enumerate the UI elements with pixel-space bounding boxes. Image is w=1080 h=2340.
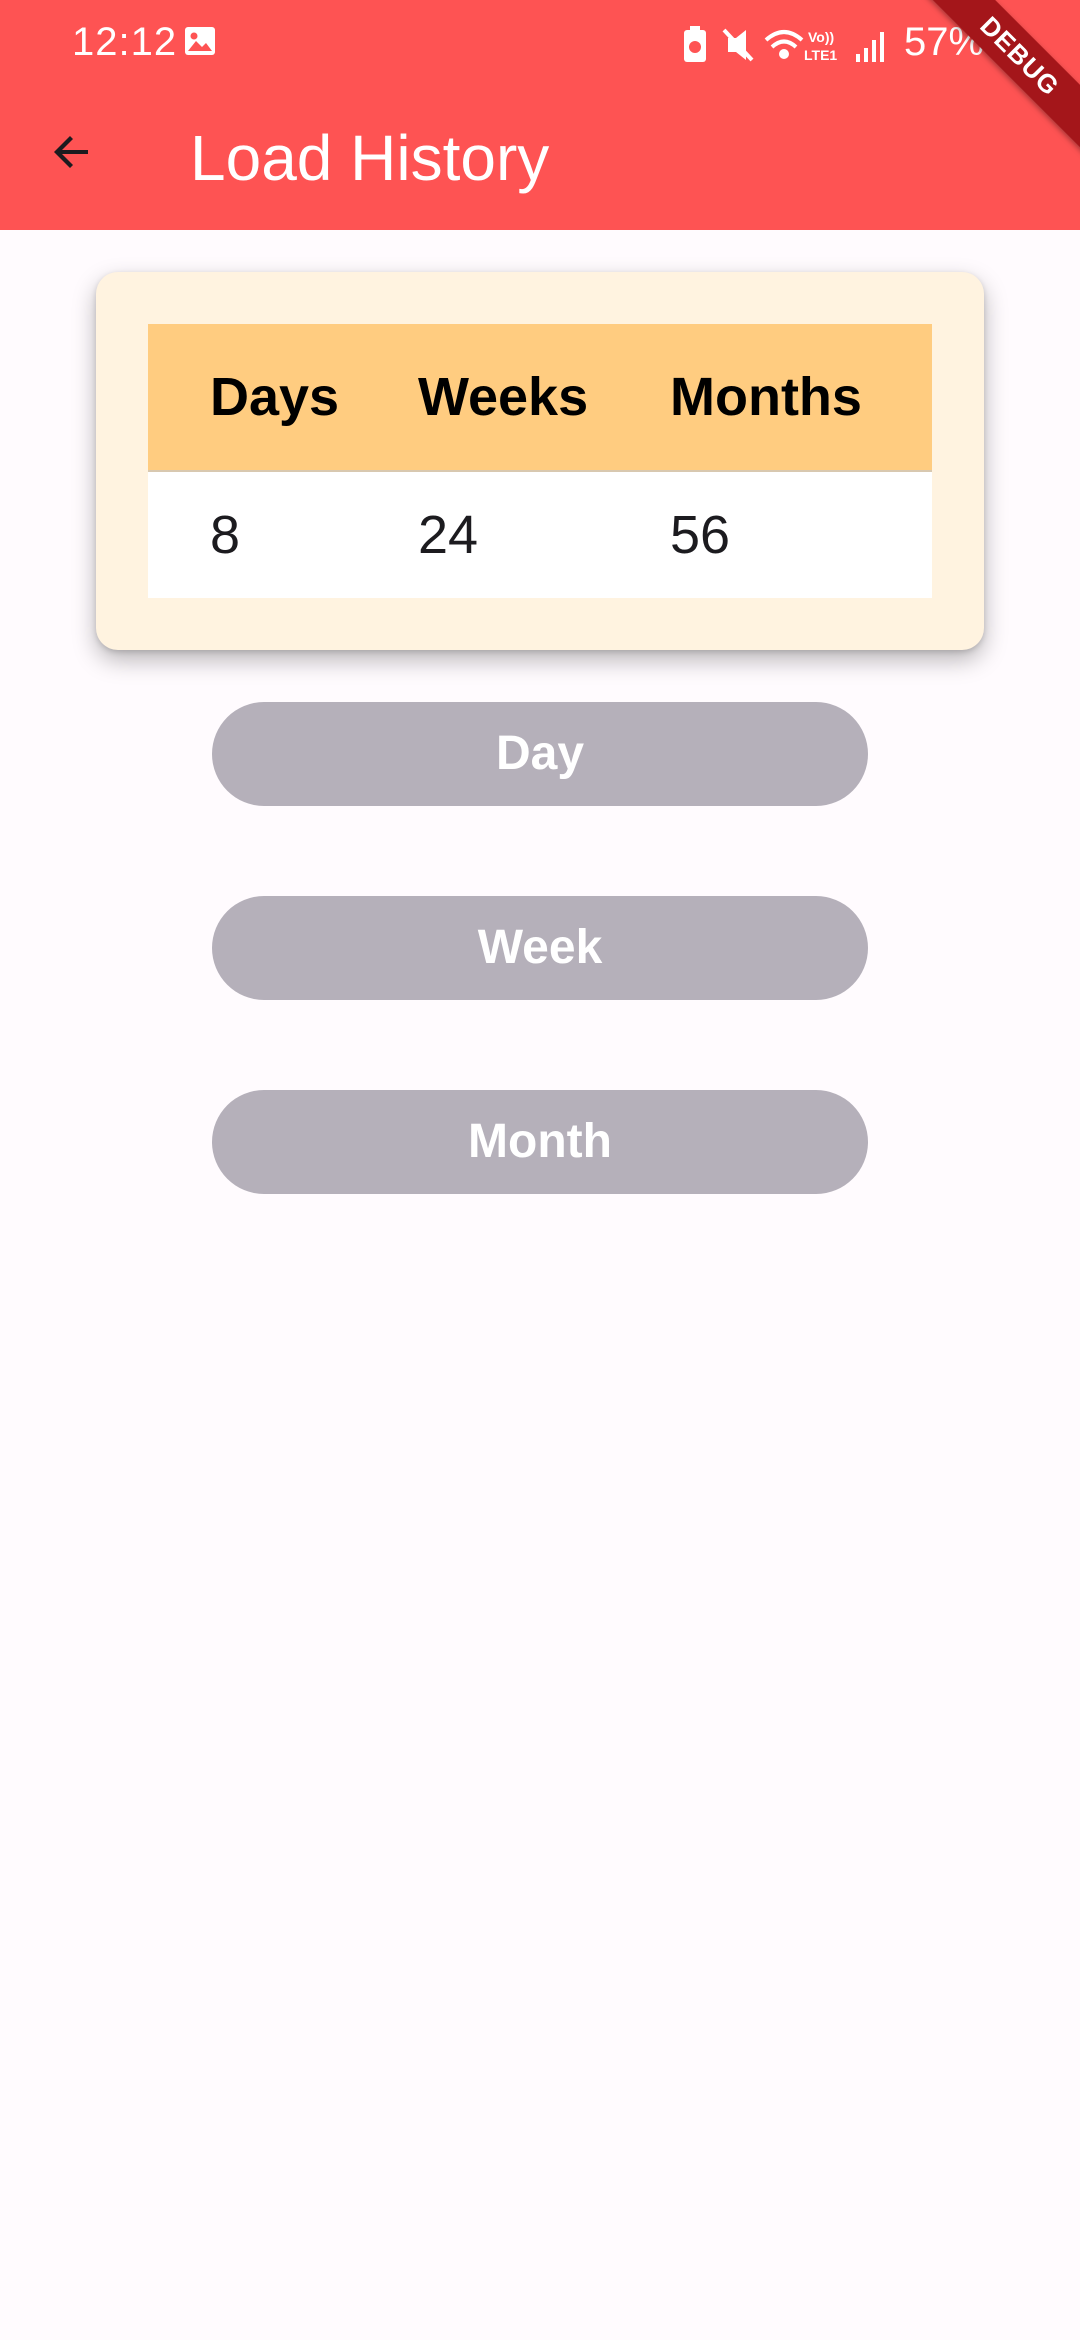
wifi-icon bbox=[764, 30, 804, 59]
status-time: 12:12 bbox=[72, 20, 178, 64]
day-button[interactable]: Day bbox=[212, 702, 868, 806]
arrow-back-icon bbox=[54, 136, 88, 168]
header-weeks: Weeks bbox=[418, 367, 589, 427]
page-title: Load History bbox=[190, 122, 550, 194]
status-icons: Vo)) LTE1 bbox=[684, 26, 884, 63]
value-weeks: 24 bbox=[418, 505, 479, 565]
value-months: 56 bbox=[670, 505, 731, 565]
lte-label: Vo)) bbox=[808, 29, 834, 45]
summary-table: Days Weeks Months 8 24 56 bbox=[148, 324, 932, 598]
mute-icon bbox=[722, 28, 754, 62]
week-button[interactable]: Week bbox=[212, 896, 868, 1000]
gallery-icon bbox=[185, 27, 215, 55]
signal-icon bbox=[856, 32, 884, 62]
back-button[interactable] bbox=[36, 116, 108, 188]
app-header: 12:12 Vo)) LTE1 57% Load History bbox=[0, 0, 1080, 230]
month-button[interactable]: Month bbox=[212, 1090, 868, 1194]
value-days: 8 bbox=[210, 505, 241, 565]
summary-card: Days Weeks Months 8 24 56 bbox=[96, 272, 984, 650]
header-months: Months bbox=[670, 367, 862, 427]
header-days: Days bbox=[210, 367, 340, 427]
battery-percentage: 57% bbox=[904, 20, 985, 64]
battery-saver-icon bbox=[684, 26, 706, 62]
svg-text:LTE1: LTE1 bbox=[804, 47, 837, 63]
